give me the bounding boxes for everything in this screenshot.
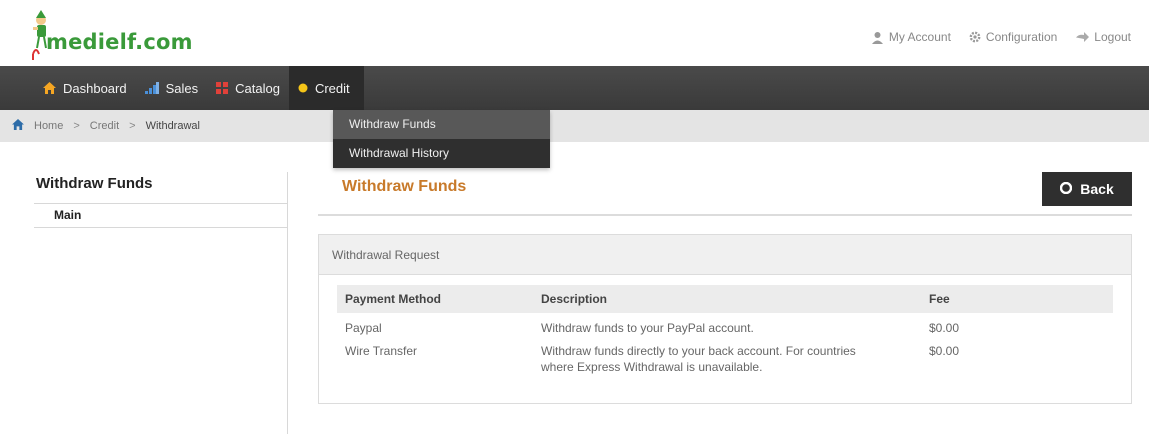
panel-title: Withdrawal Request	[319, 235, 1131, 275]
logo[interactable]: medielf.com	[30, 8, 193, 60]
page-header: Withdraw Funds Back	[318, 172, 1132, 216]
breadcrumb-withdrawal: Withdrawal	[145, 120, 200, 132]
home-icon[interactable]	[12, 119, 24, 133]
nav-label-sales: Sales	[165, 80, 199, 96]
sidebar-item-main[interactable]: Main	[34, 204, 287, 228]
coin-icon	[298, 83, 308, 93]
account-links: My Account Configuration Logout	[871, 30, 1131, 44]
logo-text: medielf.com	[46, 30, 193, 54]
bar-chart-icon	[144, 82, 159, 94]
column-header-fee: Fee	[921, 285, 1113, 313]
home-icon	[43, 82, 56, 94]
breadcrumb-bar: Home > Credit > Withdrawal	[0, 110, 1149, 142]
sidebar-title: Withdraw Funds	[34, 172, 287, 204]
menu-item-withdraw-funds[interactable]: Withdraw Funds	[333, 110, 550, 139]
logout-link[interactable]: Logout	[1075, 30, 1131, 44]
my-account-link[interactable]: My Account	[871, 30, 951, 44]
breadcrumb-separator: >	[73, 120, 80, 132]
nav-label-dashboard: Dashboard	[63, 80, 127, 96]
nav-item-sales[interactable]: Sales	[136, 66, 208, 110]
back-label: Back	[1080, 181, 1114, 197]
back-button[interactable]: Back	[1042, 172, 1132, 206]
gear-icon	[969, 31, 981, 43]
description-cell: Withdraw funds to your PayPal account.	[533, 313, 921, 336]
table-header-row: Payment Method Description Fee	[337, 285, 1113, 313]
fee-cell: $0.00	[929, 321, 960, 335]
table-row[interactable]: Paypal Withdraw funds to your PayPal acc…	[337, 313, 1113, 336]
back-circle-icon	[1060, 181, 1073, 197]
logout-label: Logout	[1094, 30, 1131, 44]
payment-methods-table: Payment Method Description Fee Paypal Wi…	[337, 285, 1113, 375]
breadcrumb-credit[interactable]: Credit	[90, 120, 119, 132]
breadcrumb: Home > Credit > Withdrawal	[0, 110, 1149, 142]
breadcrumb-home[interactable]: Home	[34, 120, 63, 132]
nav-item-credit[interactable]: Credit	[288, 66, 364, 110]
withdrawal-request-panel: Withdrawal Request Payment Method Descri…	[318, 234, 1132, 404]
description-line: Withdraw funds directly to your back acc…	[541, 344, 856, 358]
description-line: where Express Withdrawal is unavailable.	[541, 360, 763, 374]
user-icon	[871, 31, 884, 44]
sidebar: Withdraw Funds Main	[34, 172, 288, 434]
nav-item-dashboard[interactable]: Dashboard	[34, 66, 136, 110]
my-account-label: My Account	[888, 30, 951, 44]
nav-item-catalog[interactable]: Catalog	[207, 66, 289, 110]
description-line: Withdraw funds to your PayPal account.	[541, 321, 754, 335]
description-cell: Withdraw funds directly to your back acc…	[533, 336, 921, 375]
configuration-link[interactable]: Configuration	[969, 30, 1057, 44]
page-title: Withdraw Funds	[342, 178, 467, 195]
payment-method-cell: Paypal	[345, 321, 382, 335]
fee-cell: $0.00	[929, 344, 960, 358]
nav-label-catalog: Catalog	[235, 80, 280, 96]
breadcrumb-separator: >	[129, 120, 136, 132]
menu-item-withdrawal-history[interactable]: Withdrawal History	[333, 139, 550, 168]
table-row[interactable]: Wire Transfer Withdraw funds directly to…	[337, 336, 1113, 375]
column-header-description: Description	[533, 285, 921, 313]
nav-label-credit: Credit	[314, 80, 350, 96]
configuration-label: Configuration	[985, 30, 1058, 44]
elf-mascot-icon	[30, 10, 54, 60]
payment-method-cell: Wire Transfer	[345, 344, 418, 358]
credit-dropdown-menu: Withdraw Funds Withdrawal History	[333, 110, 550, 168]
logout-arrow-icon	[1075, 31, 1090, 43]
main-content: Withdraw Funds Back Withdrawal Request P…	[318, 172, 1132, 404]
catalog-grid-icon	[216, 82, 229, 94]
header: medielf.com My Account Configuration Log…	[0, 0, 1149, 66]
main-navigation: Dashboard Sales Catalog Credit	[0, 66, 1149, 110]
column-header-payment-method: Payment Method	[337, 285, 533, 313]
